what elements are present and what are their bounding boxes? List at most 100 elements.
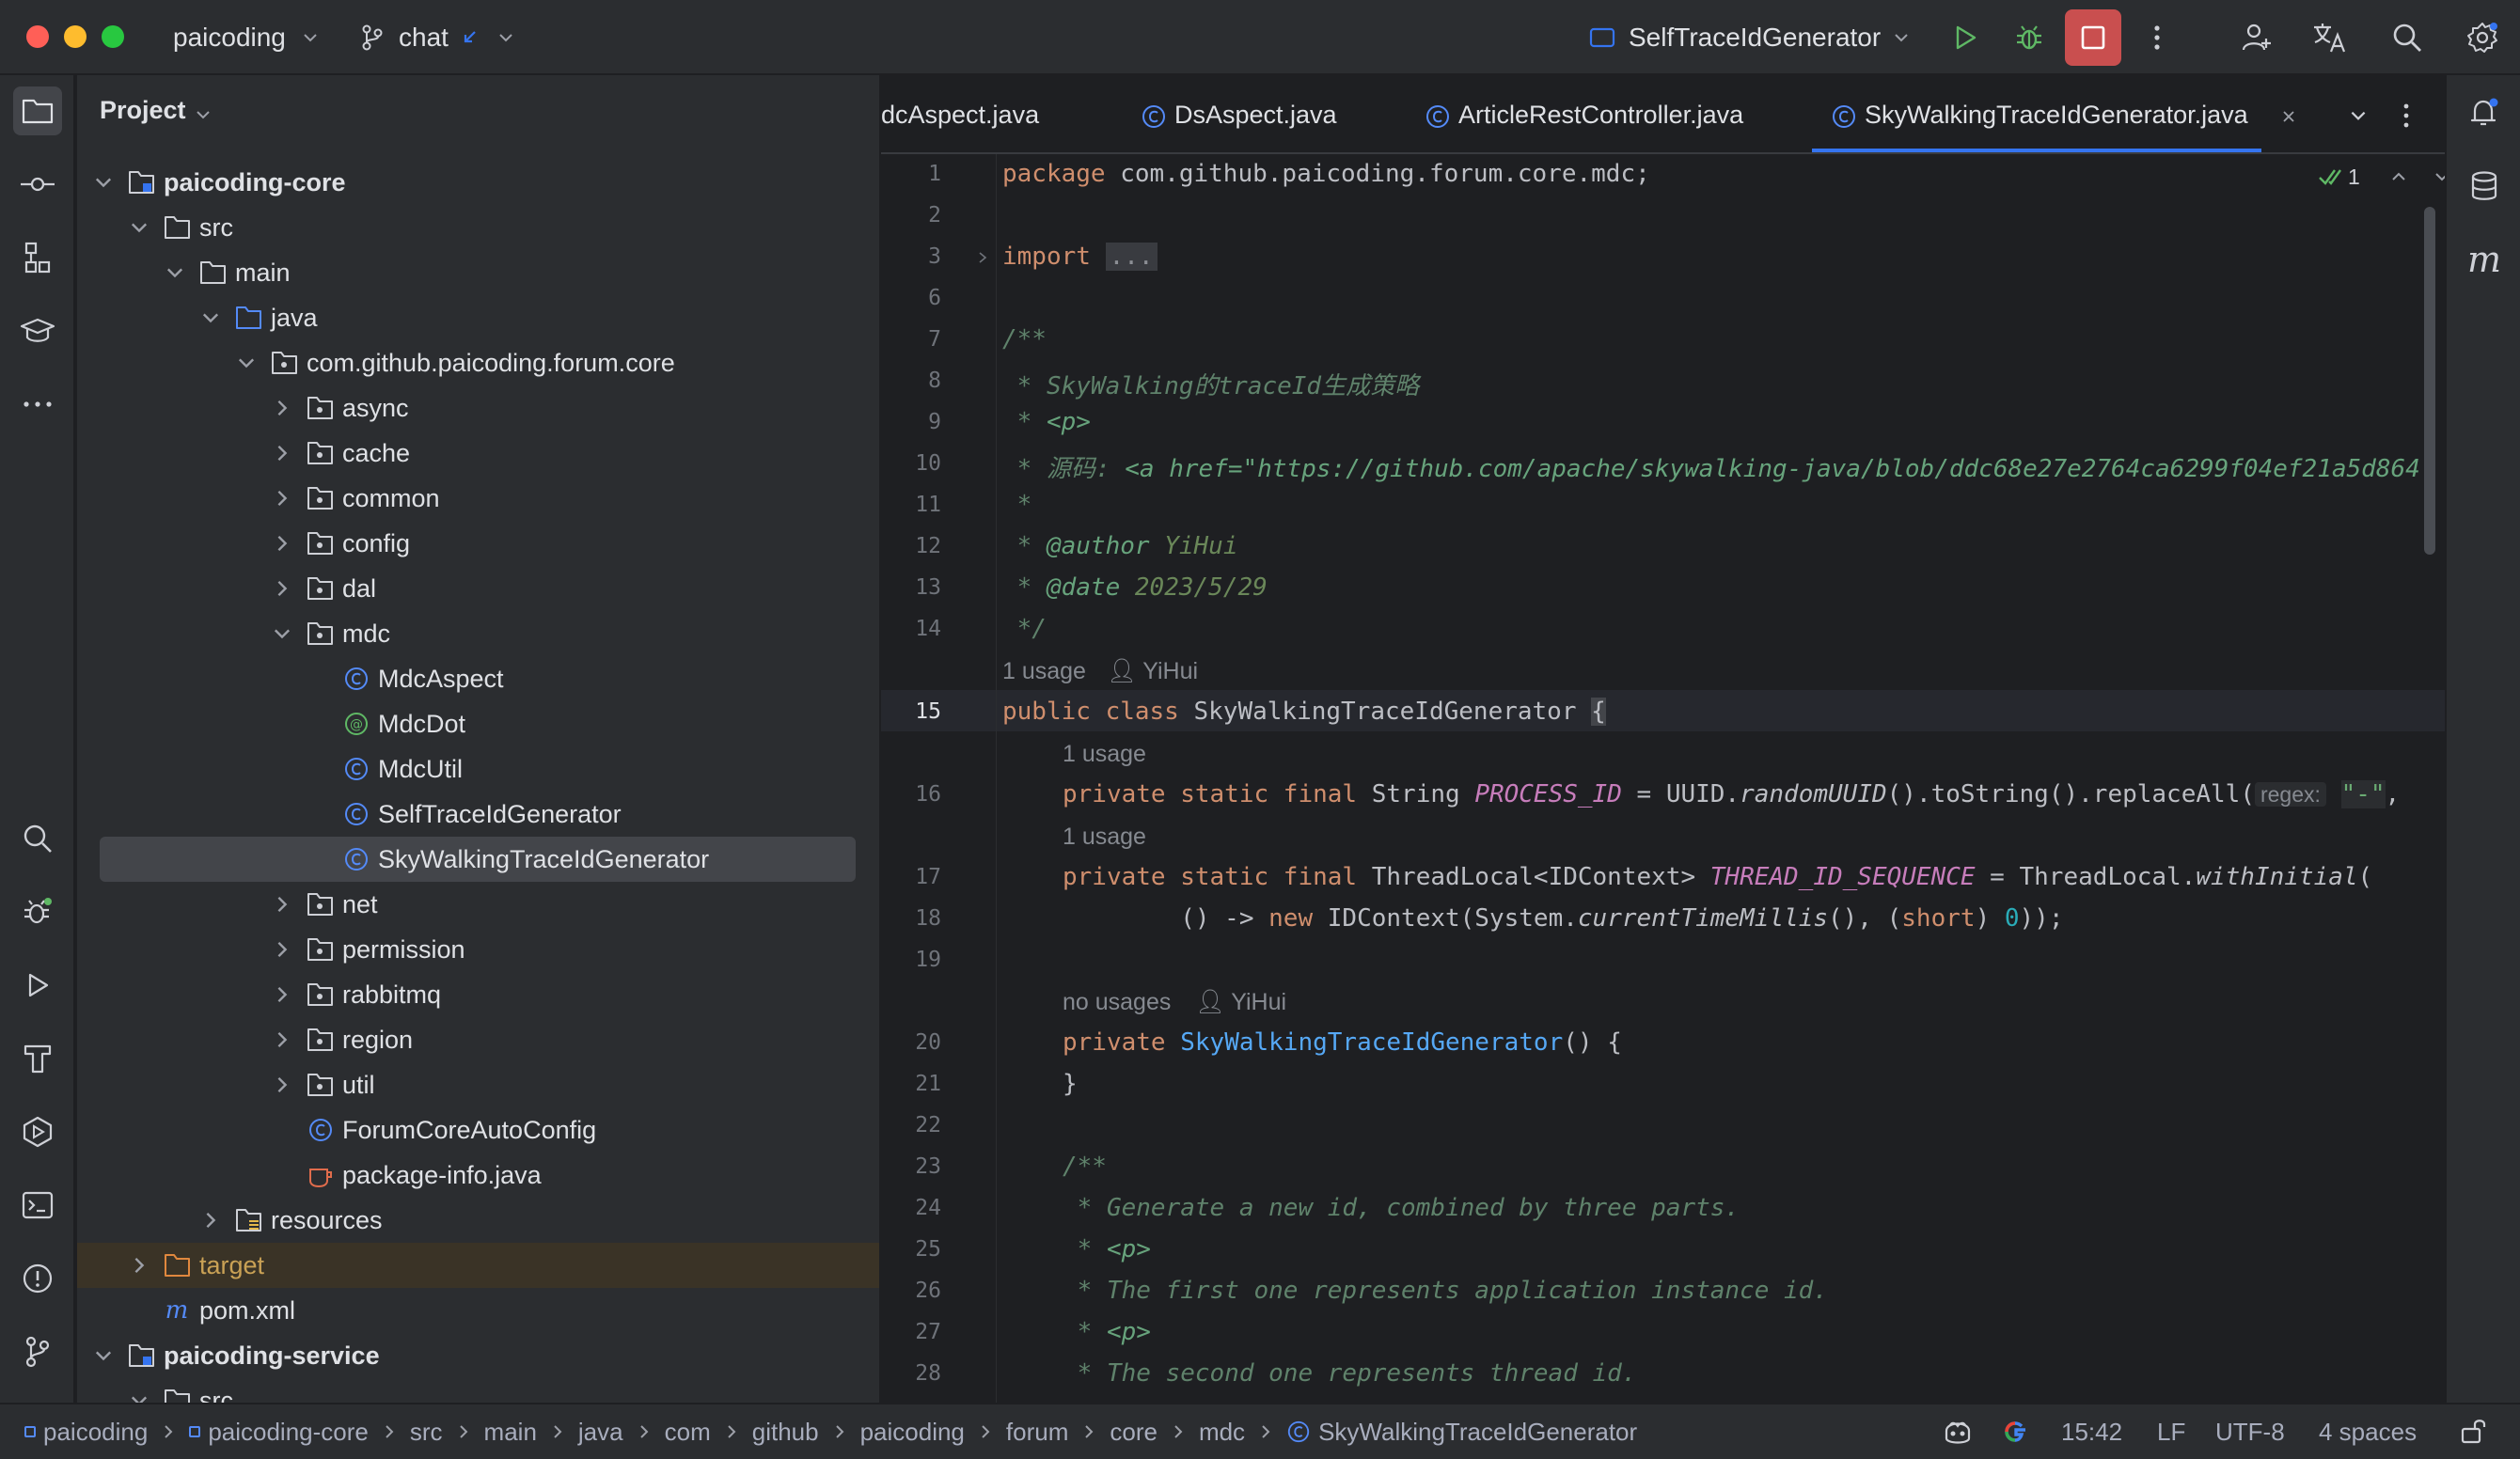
code-editor[interactable]: 1 2 3 6 7 8 9 10 11 12 13 14 15 16 17 18… xyxy=(881,154,2445,1403)
branch-switcher[interactable]: chat xyxy=(399,19,449,56)
line-separator[interactable]: LF xyxy=(2157,1404,2185,1459)
chevron-right-icon[interactable] xyxy=(271,577,293,600)
chevron-right-icon[interactable] xyxy=(271,938,293,961)
chevron-right-icon[interactable] xyxy=(128,1254,150,1277)
breadcrumb-item[interactable]: mdc xyxy=(1199,1418,1245,1447)
chevron-down-icon[interactable] xyxy=(271,622,293,645)
tree-item-mdc[interactable]: mdc xyxy=(77,611,879,656)
run-icon[interactable] xyxy=(1946,19,1984,56)
breadcrumb-item[interactable]: src xyxy=(410,1418,443,1447)
chevron-right-icon[interactable] xyxy=(199,1209,222,1232)
maximize-window-button[interactable] xyxy=(102,25,124,48)
chevron-right-icon[interactable] xyxy=(271,397,293,419)
breadcrumb-item[interactable]: java xyxy=(578,1418,623,1447)
search-everywhere-icon[interactable] xyxy=(2388,19,2426,56)
tree-item-pom-xml[interactable]: m pom.xml xyxy=(77,1288,879,1333)
commit-icon[interactable] xyxy=(13,160,62,209)
close-window-button[interactable] xyxy=(26,25,49,48)
inspection-widget[interactable]: 1 xyxy=(2310,160,2445,194)
tree-item-rabbitmq[interactable]: rabbitmq xyxy=(77,972,879,1017)
chevron-down-icon[interactable] xyxy=(92,1344,115,1367)
usage-hint[interactable]: 1 usage xyxy=(1002,658,1086,685)
tree-item-com-github-paicoding-forum-core[interactable]: com.github.paicoding.forum.core xyxy=(77,340,879,385)
tree-item-paicoding-core[interactable]: paicoding-core xyxy=(77,160,879,205)
project-switcher[interactable]: paicoding xyxy=(173,19,286,56)
translate-icon[interactable] xyxy=(2311,19,2349,56)
copilot-icon[interactable] xyxy=(1941,1416,1975,1448)
tree-item-paicoding-service[interactable]: paicoding-service xyxy=(77,1333,879,1378)
tab-skywalkingtraceidgenerator[interactable]: SkyWalkingTraceIdGenerator.java xyxy=(1831,75,2296,152)
project-folder-icon[interactable] xyxy=(13,86,62,135)
chevron-down-icon[interactable] xyxy=(235,352,258,374)
more-actions-icon[interactable] xyxy=(2138,19,2176,56)
breadcrumb-item[interactable]: SkyWalkingTraceIdGenerator xyxy=(1318,1418,1637,1447)
tree-item-common[interactable]: common xyxy=(77,476,879,521)
close-tab-icon[interactable] xyxy=(2281,109,2296,124)
chevron-right-icon[interactable] xyxy=(271,893,293,916)
tree-item-cache[interactable]: cache xyxy=(77,431,879,476)
chevron-right-icon[interactable] xyxy=(271,1028,293,1051)
minimize-window-button[interactable] xyxy=(64,25,87,48)
breadcrumb-item[interactable]: main xyxy=(484,1418,537,1447)
breadcrumb-item[interactable]: paicoding xyxy=(860,1418,965,1447)
notifications-bell-icon[interactable] xyxy=(2460,88,2509,137)
debug-icon[interactable] xyxy=(2010,19,2048,56)
add-user-icon[interactable] xyxy=(2238,19,2276,56)
tree-item-permission[interactable]: permission xyxy=(77,927,879,972)
tree-item-main[interactable]: main xyxy=(77,250,879,295)
git-icon[interactable] xyxy=(13,1327,62,1376)
tree-item-forumcoreautoconfig[interactable]: ForumCoreAutoConfig xyxy=(77,1107,879,1153)
chevron-right-icon[interactable] xyxy=(271,532,293,555)
chevron-right-icon[interactable] xyxy=(271,487,293,510)
chevron-down-icon[interactable] xyxy=(487,19,525,56)
google-icon[interactable] xyxy=(2001,1416,2031,1448)
problems-icon[interactable] xyxy=(13,1254,62,1303)
debug-tool-icon[interactable] xyxy=(13,887,62,936)
folded-imports[interactable]: ... xyxy=(1105,243,1158,271)
maven-icon[interactable]: m xyxy=(2460,235,2509,284)
run-tool-icon[interactable] xyxy=(13,961,62,1010)
tab-list-chevron-icon[interactable] xyxy=(2348,105,2369,126)
chevron-down-icon[interactable] xyxy=(291,19,329,56)
chevron-down-icon[interactable] xyxy=(164,261,186,284)
chevron-down-icon[interactable] xyxy=(194,105,213,124)
breadcrumb-item[interactable]: core xyxy=(1110,1418,1158,1447)
find-icon[interactable] xyxy=(13,814,62,863)
unlock-icon[interactable] xyxy=(2460,1416,2488,1446)
fold-expand-icon[interactable] xyxy=(975,250,990,265)
tree-item-mdcdot[interactable]: @ MdcDot xyxy=(77,701,879,746)
tree-item-config[interactable]: config xyxy=(77,521,879,566)
more-tool-windows-icon[interactable] xyxy=(13,380,62,429)
tree-item-region[interactable]: region xyxy=(77,1017,879,1062)
tab-articlerestcontroller[interactable]: ArticleRestController.java xyxy=(1425,75,1743,152)
tree-item-skywalkingtraceidgenerator[interactable]: SkyWalkingTraceIdGenerator xyxy=(100,837,856,882)
tree-item-mdcaspect[interactable]: MdcAspect xyxy=(77,656,879,701)
terminal-icon[interactable] xyxy=(13,1181,62,1230)
tree-item-mdcutil[interactable]: MdcUtil xyxy=(77,746,879,792)
stop-button[interactable] xyxy=(2065,9,2121,66)
project-panel-title[interactable]: Project xyxy=(100,96,186,125)
chevron-right-icon[interactable] xyxy=(271,1074,293,1096)
tab-more-icon[interactable] xyxy=(2402,102,2410,130)
usage-hint[interactable]: no usages xyxy=(1063,989,1171,1016)
tree-item-src[interactable]: src xyxy=(77,1378,879,1403)
structure-icon[interactable] xyxy=(13,233,62,282)
tree-item-async[interactable]: async xyxy=(77,385,879,431)
chevron-right-icon[interactable] xyxy=(271,983,293,1006)
tab-dsaspect[interactable]: DsAspect.java xyxy=(1141,75,1337,152)
usage-hint[interactable]: 1 usage xyxy=(1063,741,1146,768)
indent-setting[interactable]: 4 spaces xyxy=(2319,1404,2417,1459)
tree-item-src[interactable]: src xyxy=(77,205,879,250)
tree-item-target[interactable]: target xyxy=(77,1243,879,1288)
tab-mdcaspect[interactable]: dcAspect.java xyxy=(881,75,1039,152)
tree-item-net[interactable]: net xyxy=(77,882,879,927)
file-encoding[interactable]: UTF-8 xyxy=(2215,1404,2285,1459)
breadcrumb-item[interactable]: com xyxy=(665,1418,711,1447)
learn-icon[interactable] xyxy=(13,306,62,355)
vertical-scrollbar[interactable] xyxy=(2424,207,2435,555)
build-hammer-icon[interactable] xyxy=(13,1034,62,1083)
breadcrumb-item[interactable]: forum xyxy=(1006,1418,1068,1447)
breadcrumb-item[interactable]: github xyxy=(752,1418,819,1447)
breadcrumb-item[interactable]: paicoding-core xyxy=(208,1418,369,1447)
tree-item-java[interactable]: java xyxy=(77,295,879,340)
